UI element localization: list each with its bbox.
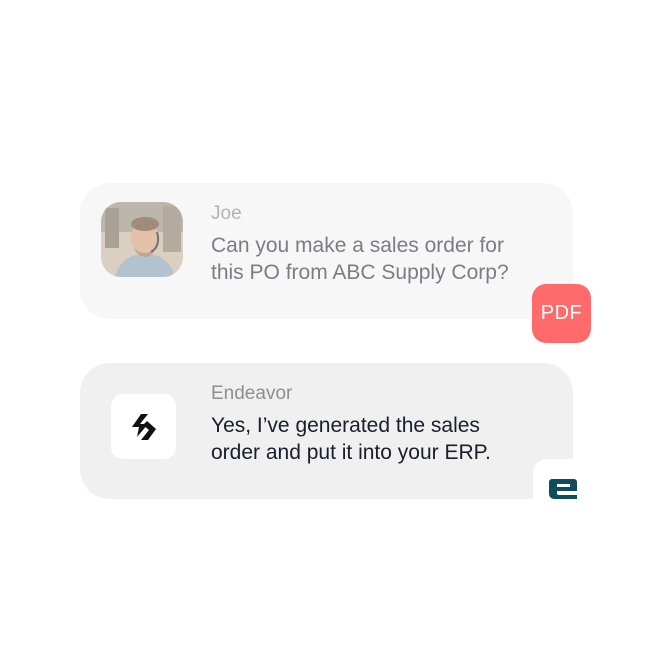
message-text: Yes, I’ve generated the sales order and … bbox=[211, 414, 491, 464]
message-sender: Endeavor bbox=[211, 383, 293, 404]
avatar bbox=[101, 202, 183, 277]
erp-badge[interactable] bbox=[533, 459, 592, 518]
pdf-attachment-badge[interactable]: PDF bbox=[532, 284, 591, 343]
message-body: Endeavor Yes, I’ve generated the sales o… bbox=[211, 383, 553, 466]
message-text: Can you make a sales order for this PO f… bbox=[211, 234, 509, 284]
message-body: Joe Can you make a sales order for this … bbox=[211, 203, 553, 286]
message-card-joe: Joe Can you make a sales order for this … bbox=[80, 183, 573, 319]
message-card-endeavor: Endeavor Yes, I’ve generated the sales o… bbox=[80, 363, 573, 499]
endeavor-avatar bbox=[111, 394, 176, 459]
endeavor-logo-icon bbox=[131, 413, 156, 440]
message-sender: Joe bbox=[211, 203, 242, 224]
endeavor-e-icon bbox=[548, 478, 577, 499]
